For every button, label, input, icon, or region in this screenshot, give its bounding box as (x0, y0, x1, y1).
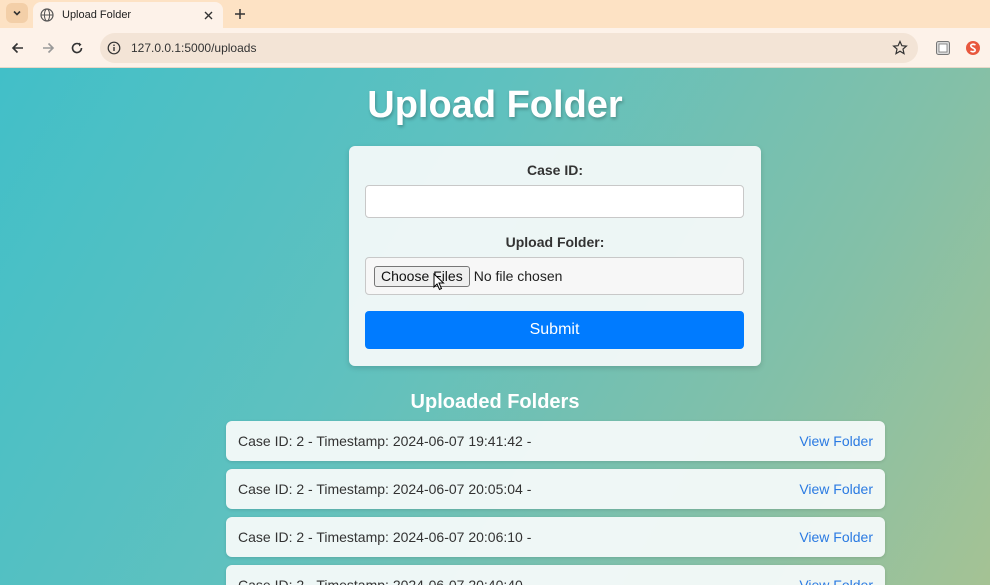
globe-icon (40, 8, 54, 22)
case-id-label: Case ID: (526, 162, 584, 178)
tab-search-button[interactable] (6, 3, 28, 23)
mouse-cursor-icon (433, 273, 445, 291)
list-item: Case ID: 2 - Timestamp: 2024-06-07 19:41… (226, 421, 885, 461)
view-folder-link[interactable]: View Folder (799, 577, 873, 585)
chevron-down-icon (13, 10, 21, 16)
extension-icon[interactable] (935, 40, 951, 56)
back-icon[interactable] (8, 38, 28, 58)
address-bar[interactable]: 127.0.0.1:5000/uploads (100, 33, 918, 63)
upload-info: Case ID: 2 - Timestamp: 2024-06-07 20:40… (238, 577, 523, 585)
view-folder-link[interactable]: View Folder (799, 433, 873, 449)
view-folder-link[interactable]: View Folder (799, 481, 873, 497)
list-item: Case ID: 2 - Timestamp: 2024-06-07 20:05… (226, 469, 885, 509)
case-id-input[interactable] (365, 185, 744, 218)
folder-file-input[interactable]: Choose Files No file chosen (365, 257, 744, 295)
submit-button[interactable]: Submit (365, 311, 744, 349)
page-content: Upload Folder Case ID: Upload Folder: Ch… (0, 68, 990, 585)
tab-bar: Upload Folder (0, 0, 990, 28)
upload-info: Case ID: 2 - Timestamp: 2024-06-07 19:41… (238, 433, 532, 449)
profile-extension-icon[interactable] (965, 40, 981, 56)
bookmark-star-icon[interactable] (892, 40, 908, 56)
reload-icon[interactable] (67, 38, 87, 58)
new-tab-icon[interactable] (231, 5, 249, 23)
choose-files-button[interactable]: Choose Files (374, 265, 470, 287)
close-tab-icon[interactable] (201, 8, 215, 22)
upload-info: Case ID: 2 - Timestamp: 2024-06-07 20:06… (238, 529, 532, 545)
upload-folder-label: Upload Folder: (505, 234, 605, 250)
forward-icon[interactable] (38, 38, 58, 58)
upload-info: Case ID: 2 - Timestamp: 2024-06-07 20:05… (238, 481, 532, 497)
url-text[interactable]: 127.0.0.1:5000/uploads (131, 41, 892, 55)
site-info-icon[interactable] (107, 41, 121, 55)
list-item: Case ID: 2 - Timestamp: 2024-06-07 20:06… (226, 517, 885, 557)
browser-tab[interactable]: Upload Folder (33, 2, 223, 28)
view-folder-link[interactable]: View Folder (799, 529, 873, 545)
upload-form: Case ID: Upload Folder: Choose Files No … (349, 146, 761, 366)
tab-title: Upload Folder (62, 9, 132, 21)
file-status-text: No file chosen (473, 268, 563, 284)
uploaded-folders-title: Uploaded Folders (410, 391, 580, 413)
page-title: Upload Folder (367, 84, 623, 126)
list-item: Case ID: 2 - Timestamp: 2024-06-07 20:40… (226, 565, 885, 585)
browser-toolbar: 127.0.0.1:5000/uploads (0, 28, 990, 68)
